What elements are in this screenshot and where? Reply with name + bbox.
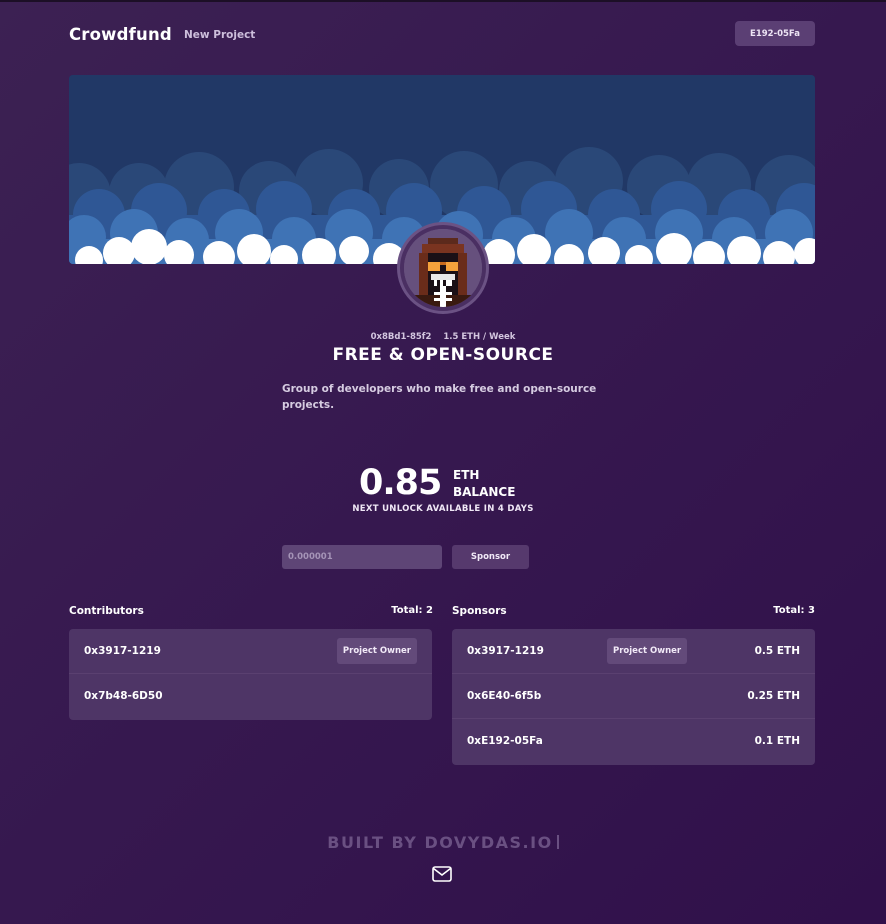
project-meta: 0x8Bd1-85f2 1.5 ETH / Week: [0, 332, 886, 342]
contributor-address[interactable]: 0x3917-1219: [84, 645, 161, 657]
project-title: FREE & OPEN-SOURCE: [332, 345, 554, 365]
balance-label: BALANCE: [453, 485, 516, 499]
list-item: 0xE192-05Fa 0.1 ETH: [452, 719, 815, 764]
sponsor-address[interactable]: 0x6E40-6f5b: [467, 690, 541, 702]
brand-logo[interactable]: Crowdfund: [69, 25, 172, 44]
project-avatar: [397, 222, 489, 314]
sponsors-list: 0x3917-1219 Project Owner 0.5 ETH 0x6E40…: [452, 629, 815, 765]
unlock-notice: NEXT UNLOCK AVAILABLE IN 4 DAYS: [352, 504, 534, 514]
sponsor-address[interactable]: 0x3917-1219: [467, 645, 544, 657]
contributors-heading: Contributors: [69, 605, 144, 617]
sponsor-amount: 0.1 ETH: [754, 735, 800, 747]
project-rate: 1.5 ETH / Week: [443, 332, 516, 342]
sponsors-heading: Sponsors: [452, 605, 507, 617]
list-item: 0x3917-1219 Project Owner 0.5 ETH: [452, 629, 815, 674]
sponsor-address[interactable]: 0xE192-05Fa: [467, 735, 543, 747]
wallet-address-button[interactable]: E192-05Fa: [735, 21, 815, 46]
sponsors-total: Total: 3: [773, 605, 815, 616]
footer-text[interactable]: BUILT BY DOVYDAS.IO: [327, 833, 552, 852]
balance-value: 0.85: [359, 463, 442, 503]
project-owner-badge: Project Owner: [607, 638, 688, 664]
contributors-list: 0x3917-1219 Project Owner 0x7b48-6D50: [69, 629, 432, 720]
sponsor-amount-input[interactable]: [282, 545, 442, 569]
sponsor-amount: 0.5 ETH: [754, 645, 800, 657]
contributor-address[interactable]: 0x7b48-6D50: [84, 690, 163, 702]
mail-icon[interactable]: [432, 866, 452, 882]
top-border: [0, 0, 886, 2]
sponsor-amount: 0.25 ETH: [747, 690, 800, 702]
footer-cursor: [556, 835, 559, 849]
project-owner-badge: Project Owner: [336, 638, 417, 664]
footer-credit: BUILT BY DOVYDAS.IO: [0, 833, 886, 852]
balance-unit: ETH: [453, 468, 480, 482]
list-item: 0x7b48-6D50: [69, 674, 432, 719]
pixel-skull-avatar-icon: [404, 229, 482, 307]
project-description: Group of developers who make free and op…: [282, 383, 597, 411]
sponsor-button[interactable]: Sponsor: [452, 545, 529, 569]
balance-display: 0.85 ETH BALANCE: [359, 463, 559, 503]
contributors-total: Total: 2: [391, 605, 433, 616]
list-item: 0x6E40-6f5b 0.25 ETH: [452, 674, 815, 719]
project-owner-address[interactable]: 0x8Bd1-85f2: [371, 332, 432, 342]
list-item: 0x3917-1219 Project Owner: [69, 629, 432, 674]
new-project-link[interactable]: New Project: [184, 29, 255, 41]
